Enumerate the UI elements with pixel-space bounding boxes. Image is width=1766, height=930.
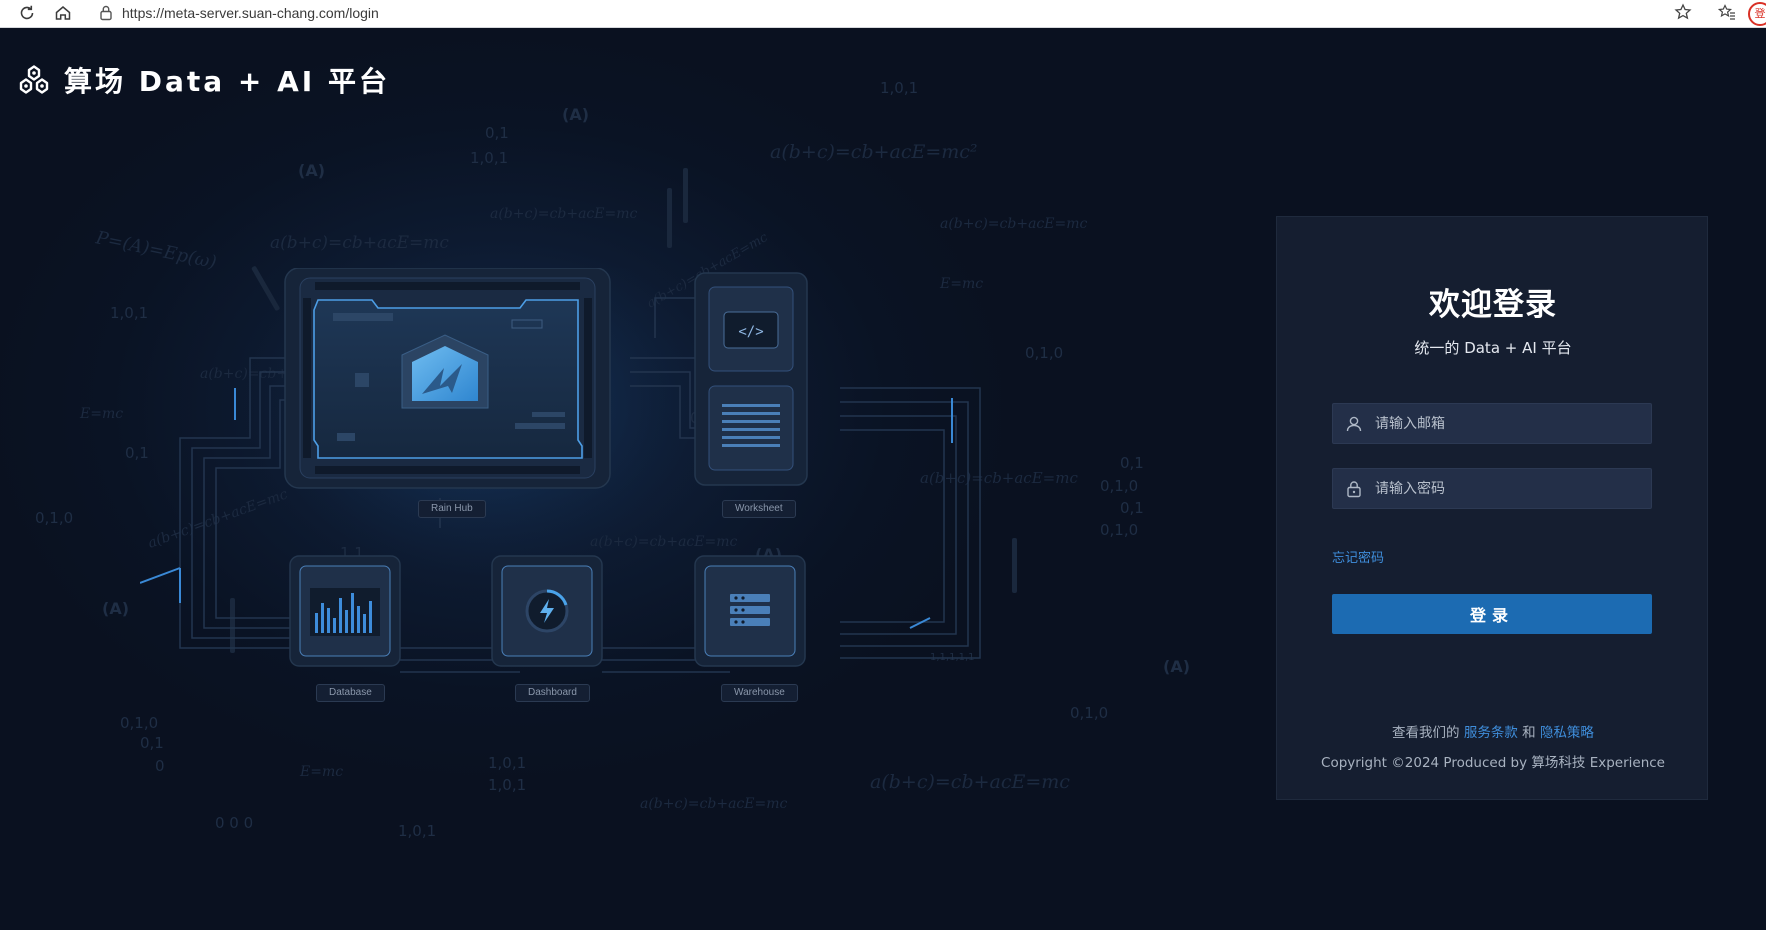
svg-text:1,0,1: 1,0,1 (470, 149, 508, 167)
svg-text:1,0,1: 1,0,1 (880, 79, 918, 97)
login-subtitle: 统一的 Data + AI 平台 (1414, 339, 1572, 357)
warehouse-node (694, 555, 806, 667)
rain-hub-node (284, 267, 611, 489)
forgot-password-link[interactable]: 忘记密码 (1332, 547, 1384, 566)
login-page: a(b+c)=cb+acE=mc² a(b+c)=cb+acE=mc P=(A)… (0, 28, 1766, 930)
svg-text:a(b+c)=cb+acE=mc: a(b+c)=cb+acE=mc (490, 206, 637, 222)
reload-icon[interactable] (16, 3, 38, 25)
address-bar[interactable]: https://meta-server.suan-chang.com/login (92, 2, 1692, 25)
svg-text:0,1,0: 0,1,0 (35, 509, 73, 527)
worksheet-node: </> (694, 272, 808, 486)
svg-text:E=mc: E=mc (79, 406, 123, 422)
svg-text:</>: </> (738, 324, 763, 340)
login-card: 欢迎登录 统一的 Data + AI 平台 忘记密码 登录 查看我们的 服务条款… (1276, 216, 1708, 800)
home-icon[interactable] (52, 3, 74, 25)
database-label: Database (316, 684, 385, 702)
password-input[interactable] (1375, 469, 1645, 508)
terms-of-service-link[interactable]: 服务条款 (1464, 725, 1518, 741)
svg-text:a(b+c)=cb+acE=mc: a(b+c)=cb+acE=mc (940, 216, 1087, 232)
terms-prefix: 查看我们的 (1392, 725, 1460, 741)
lock-icon (1347, 481, 1361, 498)
circuit-diagram: </> (139, 188, 981, 673)
user-icon (1346, 416, 1362, 432)
svg-text:1,0,1: 1,0,1 (488, 776, 526, 794)
svg-text:a(b+c)=cb+acE=mc: a(b+c)=cb+acE=mc (270, 233, 449, 253)
dashboard-node (491, 555, 603, 667)
brand-logo-icon (19, 65, 49, 94)
dashboard-label: Dashboard (515, 684, 590, 702)
privacy-policy-link[interactable]: 隐私策略 (1540, 725, 1594, 741)
email-field[interactable] (1332, 403, 1652, 444)
svg-text:P=(A)=Ep(ω): P=(A)=Ep(ω) (93, 227, 218, 273)
svg-text:(A): (A) (298, 161, 325, 180)
svg-text:1,0,1: 1,0,1 (398, 822, 436, 840)
rain-hub-label: Rain Hub (418, 500, 486, 518)
terms-line: 查看我们的 服务条款 和 隐私策略 (1277, 721, 1709, 741)
svg-text:0 0 0: 0 0 0 (215, 814, 253, 832)
brand-header[interactable]: 算场 Data + AI 平台 (18, 60, 390, 100)
terms-and: 和 (1522, 725, 1536, 741)
login-title: 欢迎登录 (1429, 287, 1557, 323)
bookmark-star-icon[interactable] (1672, 3, 1694, 25)
site-info-icon[interactable] (98, 4, 114, 22)
brand-name: 算场 Data + AI 平台 (64, 65, 390, 98)
svg-text:(A): (A) (1163, 657, 1190, 676)
copyright-text: Copyright ©2024 Produced by 算场科技 Experie… (1321, 755, 1665, 771)
svg-text:a(b+c)=cb+acE=mc²: a(b+c)=cb+acE=mc² (770, 141, 978, 163)
url-text: https://meta-server.suan-chang.com/login (122, 5, 379, 21)
password-field[interactable] (1332, 468, 1652, 509)
svg-text:a(b+c)=cb+acE=mc: a(b+c)=cb+acE=mc (640, 796, 787, 812)
database-node (289, 555, 401, 667)
email-input[interactable] (1375, 404, 1645, 443)
login-button[interactable]: 登录 (1332, 594, 1652, 634)
svg-text:0,1: 0,1 (485, 124, 509, 142)
profile-avatar[interactable]: 登 (1748, 2, 1766, 26)
favorites-icon[interactable] (1716, 3, 1738, 25)
data-platform-illustration: </> Rain Hub Worksheet Database Dashboar… (139, 188, 1130, 778)
svg-text:(A): (A) (562, 105, 589, 124)
worksheet-label: Worksheet (722, 500, 796, 518)
svg-text:(A): (A) (102, 599, 129, 618)
browser-toolbar: https://meta-server.suan-chang.com/login… (0, 0, 1766, 28)
warehouse-label: Warehouse (721, 684, 798, 702)
